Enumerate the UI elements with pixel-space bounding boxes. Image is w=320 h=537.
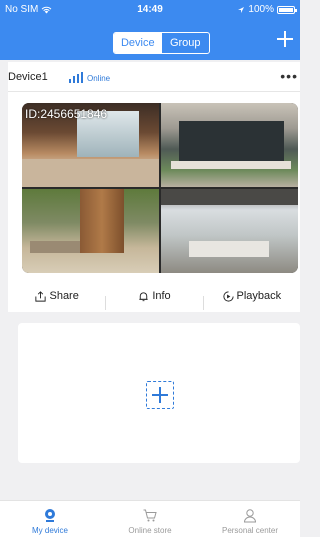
camera-icon [45,509,55,522]
device-name: Device1 [8,71,48,83]
playback-label: Playback [236,290,282,302]
nav-label: Personal center [221,526,279,535]
camera-tile [22,189,159,273]
share-button[interactable]: Share [8,290,105,303]
playback-icon [222,290,234,302]
bell-icon [139,291,148,301]
nav-online-store[interactable]: Online store [100,501,200,537]
device-actions: Share Info Playback [8,280,300,312]
camera-tile [161,103,298,187]
app-header: No SIM 14:49 100% Device Group [0,0,300,60]
status-bar: No SIM 14:49 100% [0,0,300,20]
nav-label: My device [31,526,68,535]
info-button[interactable]: Info [105,290,202,310]
signal-icon [69,72,83,83]
location-icon [238,6,245,13]
share-icon [35,290,47,302]
battery-icon [277,5,297,14]
add-device-icon[interactable] [146,381,174,409]
camera-tile [161,189,298,273]
nav-label: Online store [128,526,172,535]
share-label: Share [49,290,79,302]
camera-preview[interactable]: ID:2456651846 [22,103,298,273]
battery-label: 100% [248,4,274,15]
tab-device[interactable]: Device [114,33,162,53]
playback-button[interactable]: Playback [202,290,300,310]
device-group-switch: Device Group [113,32,210,54]
person-icon [243,509,257,523]
add-device-panel[interactable] [18,323,300,463]
status-right: 100% [237,4,297,15]
cart-icon [143,509,157,522]
nav-personal-center[interactable]: Personal center [200,501,300,537]
more-icon[interactable]: ••• [280,68,298,84]
tab-group[interactable]: Group [162,33,210,53]
nav-my-device[interactable]: My device [0,501,100,537]
add-icon[interactable] [276,30,294,48]
bottom-nav: My device Online store Personal center [0,500,300,537]
status-badge: Online [87,74,111,83]
device-header: Device1 Online ••• [8,62,300,92]
camera-id: ID:2456651846 [25,107,108,121]
device-card: Device1 Online ••• ID:2456651846 Share I… [8,62,300,312]
info-label: Info [152,290,171,302]
